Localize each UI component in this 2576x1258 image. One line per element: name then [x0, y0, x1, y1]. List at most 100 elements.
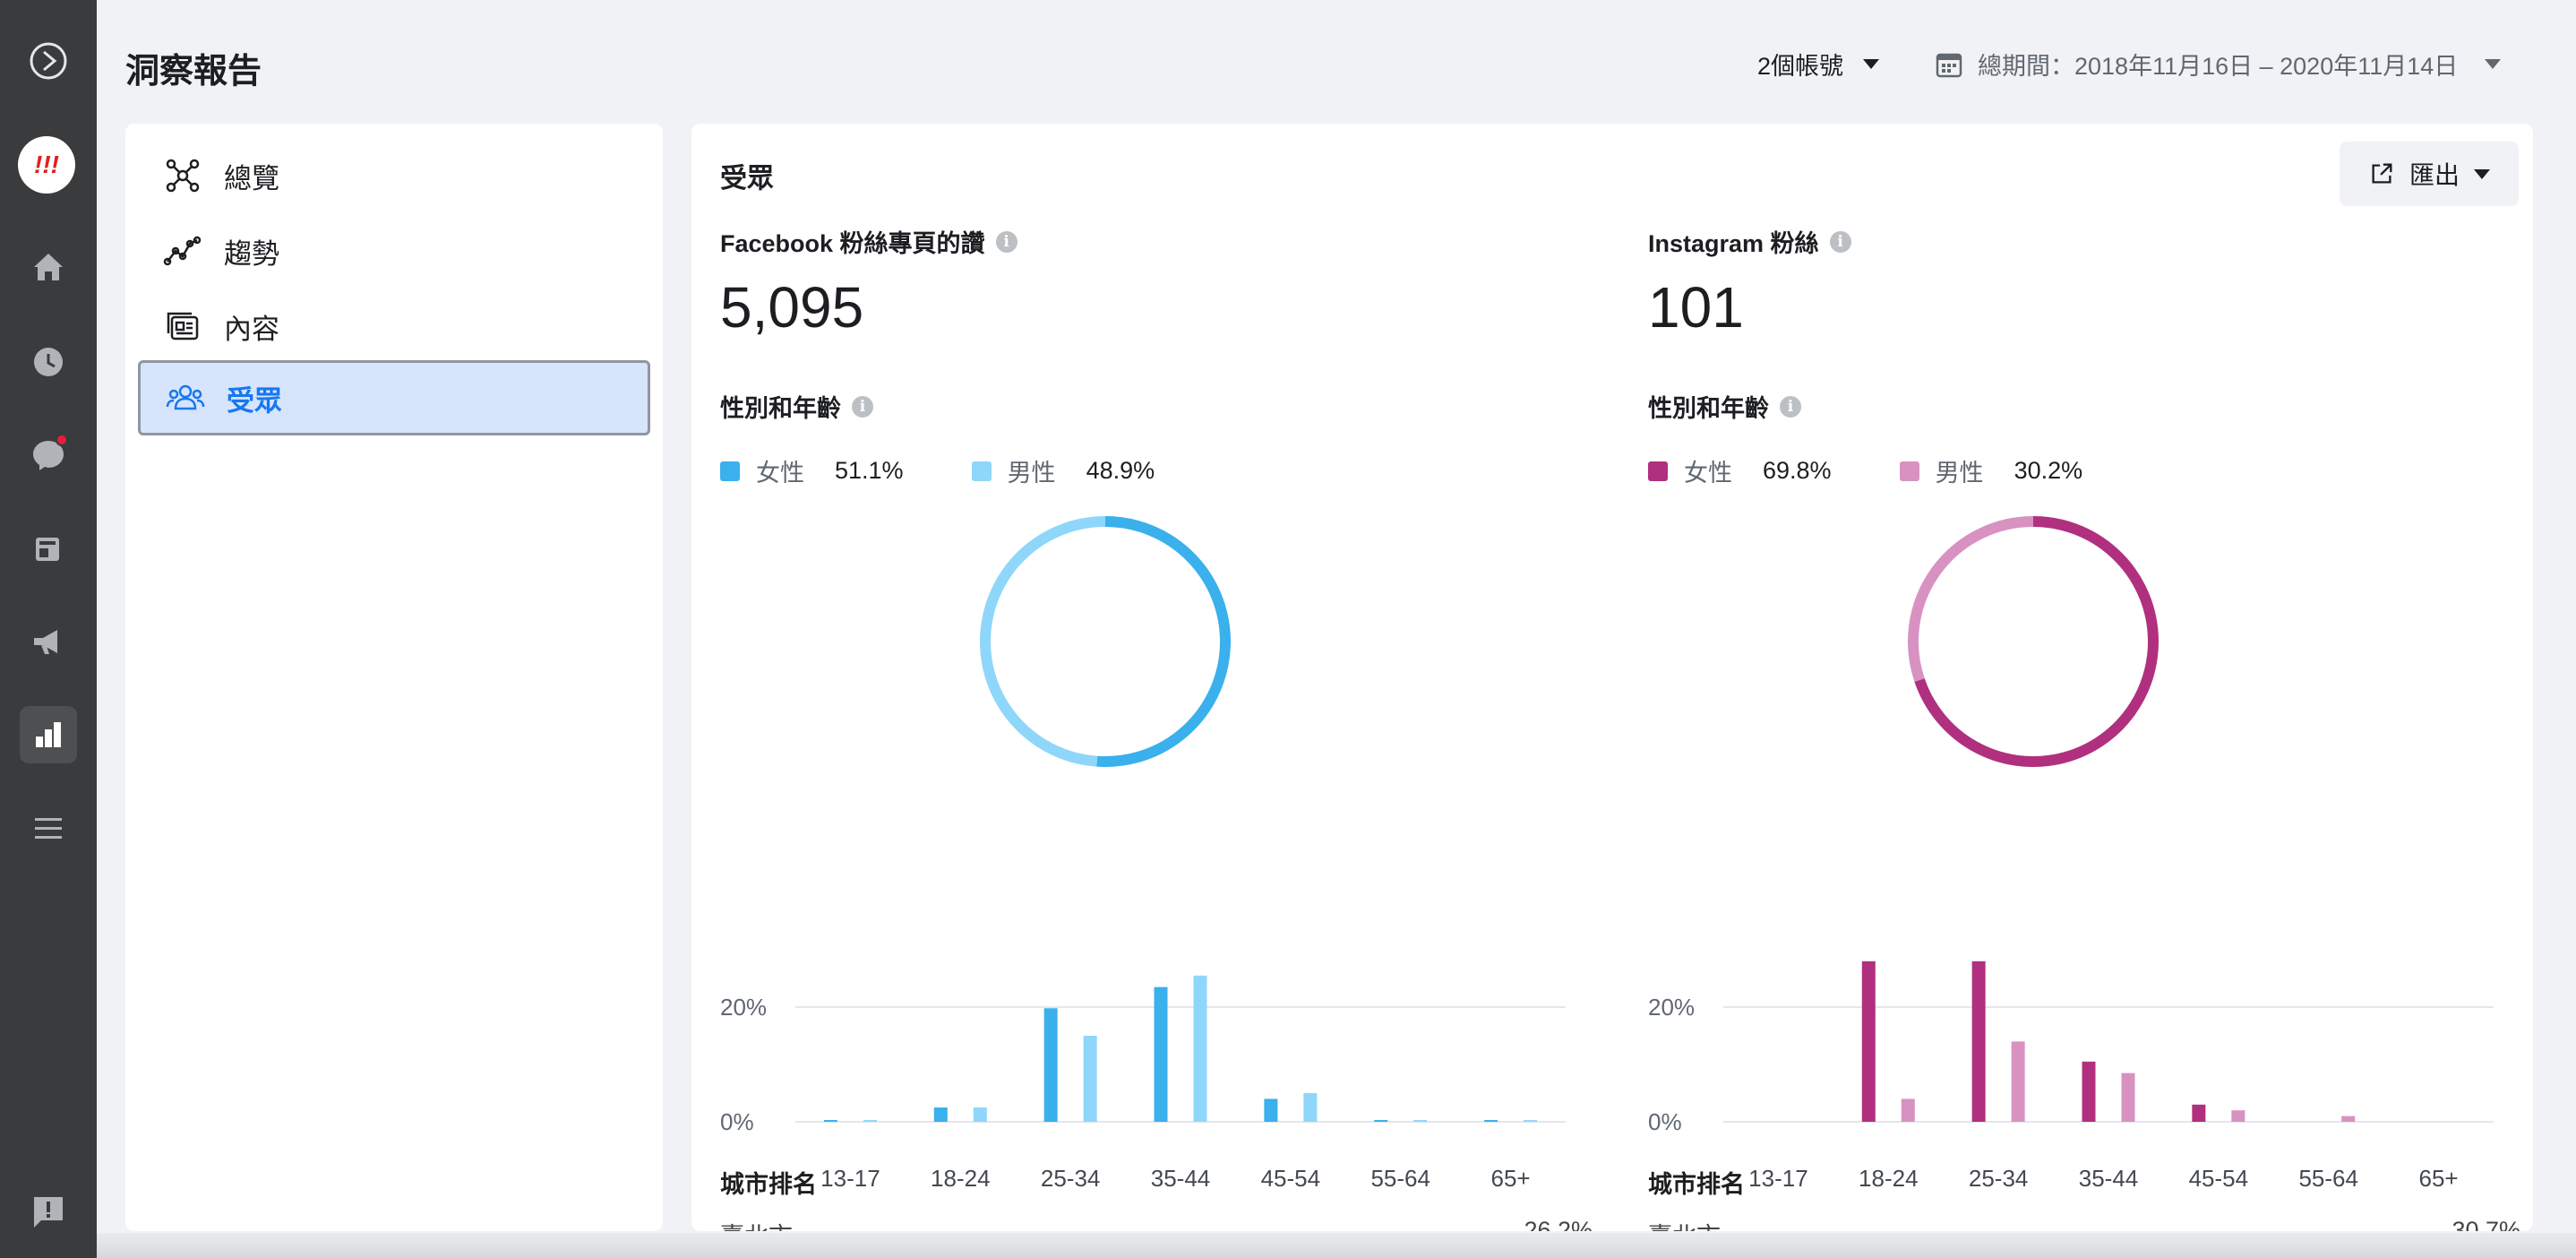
content-posts-icon — [167, 312, 199, 340]
x-tick-label: 18-24 — [931, 1165, 991, 1192]
instagram-followers-value: 101 — [1648, 275, 1744, 340]
legend-swatch — [971, 461, 992, 481]
bar-25-34-female[interactable] — [1043, 1008, 1058, 1122]
home-icon[interactable] — [20, 238, 77, 296]
legend-name: 男性 — [1935, 460, 1984, 487]
bar-35-44-male[interactable] — [1193, 975, 1207, 1122]
left-navigation-rail: !!! — [0, 0, 97, 1258]
x-tick-label: 45-54 — [2189, 1165, 2249, 1192]
page-avatar[interactable]: !!! — [18, 136, 75, 194]
facebook-audience-column: Facebook 粉絲專頁的讚 i 5,095 性別和年齡 i 女性 51.1%… — [720, 124, 1598, 1231]
gender-age-label: 性別和年齡 — [720, 395, 841, 422]
meta-logo-icon[interactable] — [20, 32, 77, 90]
x-tick-label: 35-44 — [1151, 1165, 1211, 1192]
bar-13-17-male[interactable] — [863, 1120, 877, 1122]
bar-35-44-female[interactable] — [1154, 987, 1168, 1122]
insights-nav-panel: 總覽 趨勢 內容 受眾 — [125, 124, 663, 1231]
bar-18-24-female[interactable] — [1861, 961, 1876, 1122]
x-tick-label: 35-44 — [2079, 1165, 2139, 1192]
city-percentage: 26.2% — [1524, 1217, 1593, 1231]
bar-55-64-female[interactable] — [1374, 1120, 1388, 1122]
legend-male: 男性 30.2% — [1899, 453, 2082, 488]
legend-male: 男性 48.9% — [971, 453, 1155, 488]
megaphone-icon[interactable] — [20, 613, 77, 670]
y-tick-label: 20% — [1648, 994, 1695, 1021]
bar-25-34-female[interactable] — [1971, 961, 1986, 1122]
nav-item-audience[interactable]: 受眾 — [138, 360, 650, 435]
legend-female: 女性 51.1% — [720, 453, 904, 488]
overview-network-icon — [166, 159, 200, 193]
bar-55-64-male[interactable] — [1413, 1120, 1428, 1122]
metric-label-text: Facebook 粉絲專頁的讚 — [720, 230, 985, 257]
instagram-gender-donut — [1908, 516, 2159, 767]
bar-35-44-male[interactable] — [2121, 1073, 2135, 1122]
bar-25-34-male[interactable] — [2011, 1041, 2025, 1122]
x-tick-label: 13-17 — [820, 1165, 880, 1192]
nav-item-trends[interactable]: 趨勢 — [138, 213, 650, 289]
nav-item-label: 受眾 — [227, 384, 282, 417]
bar-55-64-male[interactable] — [2341, 1116, 2356, 1122]
bar-35-44-female[interactable] — [2082, 1061, 2096, 1122]
bar-25-34-male[interactable] — [1083, 1036, 1097, 1122]
bar-45-54-male[interactable] — [2231, 1110, 2245, 1122]
bottom-edge — [97, 1233, 2576, 1258]
bar-45-54-male[interactable] — [1303, 1093, 1318, 1122]
city-ranking-title: 城市排名 — [720, 1171, 817, 1198]
city-name: 臺北市 — [1648, 1217, 1721, 1231]
nav-item-overview[interactable]: 總覽 — [138, 138, 650, 213]
x-tick-label: 25-34 — [1041, 1165, 1101, 1192]
nav-item-label: 總覽 — [224, 162, 279, 194]
x-tick-label: 45-54 — [1261, 1165, 1321, 1192]
legend-name: 女性 — [756, 460, 804, 487]
bar-45-54-female[interactable] — [2192, 1104, 2206, 1122]
bar-13-17-female[interactable] — [823, 1120, 837, 1122]
audience-people-icon — [166, 384, 205, 410]
info-icon[interactable]: i — [1780, 395, 1801, 418]
notification-dot — [56, 434, 68, 446]
caret-down-icon — [2485, 59, 2502, 69]
posts-icon[interactable] — [20, 520, 77, 577]
info-icon[interactable]: i — [852, 395, 873, 418]
legend-swatch — [720, 461, 740, 481]
nav-item-label: 內容 — [224, 313, 279, 345]
gender-age-heading: 性別和年齡 i — [720, 389, 873, 424]
audience-panel: 受眾 匯出 Facebook 粉絲專頁的讚 i 5,095 性別和年齡 i 女性… — [691, 124, 2533, 1231]
bar-18-24-female[interactable] — [933, 1107, 948, 1122]
nav-item-label: 趨勢 — [224, 237, 279, 270]
city-row: 臺北市 26.2% — [720, 1217, 1593, 1231]
legend-swatch — [1648, 461, 1668, 481]
instagram-audience-column: Instagram 粉絲 i 101 性別和年齡 i 女性 69.8% 男性 3… — [1648, 124, 2526, 1231]
menu-icon[interactable] — [20, 799, 77, 857]
feedback-icon[interactable] — [20, 1183, 77, 1240]
x-tick-label: 65+ — [2419, 1165, 2459, 1192]
info-icon[interactable]: i — [995, 230, 1018, 253]
x-tick-label: 13-17 — [1748, 1165, 1808, 1192]
bar-18-24-male[interactable] — [973, 1107, 987, 1122]
gender-legend: 女性 69.8% 男性 30.2% — [1648, 453, 2151, 488]
bar-65+-female[interactable] — [1484, 1120, 1498, 1122]
gender-legend: 女性 51.1% 男性 48.9% — [720, 453, 1223, 488]
city-name: 臺北市 — [720, 1217, 793, 1231]
clock-icon[interactable] — [20, 333, 77, 391]
donut-slice-male — [980, 516, 1106, 767]
facebook-age-bar-chart: 20% 0% 13-17 18-24 25-34 35-44 45-54 55-64 65+ — [720, 975, 1566, 1192]
caret-down-icon — [1863, 59, 1880, 69]
metric-label-text: Instagram 粉絲 — [1648, 230, 1819, 257]
facebook-likes-label: Facebook 粉絲專頁的讚 i — [720, 224, 1018, 259]
legend-name: 女性 — [1684, 460, 1732, 487]
date-range-select[interactable]: 總期間：2018年11月16日 – 2020年11月14日 — [1935, 47, 2502, 82]
account-select[interactable]: 2個帳號 — [1757, 47, 1880, 82]
donut-slice-female — [1096, 516, 1231, 767]
date-range-label: 總期間：2018年11月16日 – 2020年11月14日 — [1978, 53, 2459, 80]
x-tick-label: 18-24 — [1859, 1165, 1919, 1192]
bar-18-24-male[interactable] — [1901, 1099, 1915, 1122]
facebook-likes-value: 5,095 — [720, 275, 864, 340]
instagram-followers-label: Instagram 粉絲 i — [1648, 224, 1851, 259]
bar-65+-male[interactable] — [1524, 1120, 1538, 1122]
x-tick-label: 55-64 — [2298, 1165, 2358, 1192]
insights-chart-icon[interactable] — [20, 706, 77, 763]
nav-item-content[interactable]: 內容 — [138, 289, 650, 364]
messenger-icon[interactable] — [20, 427, 77, 484]
info-icon[interactable]: i — [1829, 230, 1851, 253]
bar-45-54-female[interactable] — [1264, 1099, 1278, 1122]
